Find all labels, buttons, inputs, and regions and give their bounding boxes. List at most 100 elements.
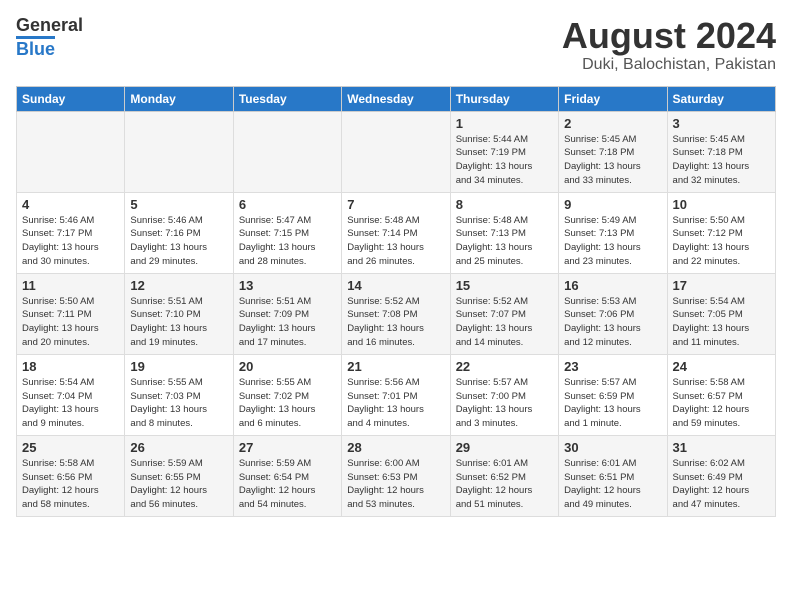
calendar-cell: 30Sunrise: 6:01 AM Sunset: 6:51 PM Dayli… <box>559 435 667 516</box>
calendar-cell <box>342 111 450 192</box>
day-info: Sunrise: 5:44 AM Sunset: 7:19 PM Dayligh… <box>456 133 553 188</box>
day-number: 17 <box>673 278 770 293</box>
week-row-3: 11 Sunrise: 5:50 AM Sunset: 7:11 PM Dayli… <box>17 273 776 354</box>
calendar-cell: 20 Sunrise: 5:55 AM Sunset: 7:02 PM Dayli… <box>233 354 341 435</box>
calendar-cell: 26Sunrise: 5:59 AM Sunset: 6:55 PM Dayli… <box>125 435 233 516</box>
day-number: 10 <box>673 197 770 212</box>
calendar-cell: 3 Sunrise: 5:45 AM Sunset: 7:18 PM Daylig… <box>667 111 775 192</box>
logo-general: General <box>16 16 83 36</box>
header-tuesday: Tuesday <box>233 86 341 111</box>
header-monday: Monday <box>125 86 233 111</box>
calendar-table: SundayMondayTuesdayWednesdayThursdayFrid… <box>16 86 776 517</box>
day-number: 14 <box>347 278 444 293</box>
day-number: 13 <box>239 278 336 293</box>
week-row-2: 4 Sunrise: 5:46 AM Sunset: 7:17 PM Daylig… <box>17 192 776 273</box>
day-number: 5 <box>130 197 227 212</box>
day-info: Sunrise: 5:52 AM Sunset: 7:08 PM Dayligh… <box>347 295 444 350</box>
day-info: Sunrise: 5:50 AM Sunset: 7:12 PM Dayligh… <box>673 214 770 269</box>
day-number: 24 <box>673 359 770 374</box>
calendar-cell: 17 Sunrise: 5:54 AM Sunset: 7:05 PM Dayli… <box>667 273 775 354</box>
day-info: Sunrise: 5:55 AM Sunset: 7:02 PM Dayligh… <box>239 376 336 431</box>
day-number: 15 <box>456 278 553 293</box>
header-thursday: Thursday <box>450 86 558 111</box>
day-info: Sunrise: 5:48 AM Sunset: 7:14 PM Dayligh… <box>347 214 444 269</box>
day-info: Sunrise: 5:58 AM Sunset: 6:56 PM Dayligh… <box>22 457 119 512</box>
calendar-cell: 21 Sunrise: 5:56 AM Sunset: 7:01 PM Dayli… <box>342 354 450 435</box>
day-number: 20 <box>239 359 336 374</box>
header: General Blue August 2024 Duki, Balochist… <box>16 16 776 74</box>
calendar-cell: 29 Sunrise: 6:01 AM Sunset: 6:52 PM Dayli… <box>450 435 558 516</box>
day-info: Sunrise: 6:01 AM Sunset: 6:52 PM Dayligh… <box>456 457 553 512</box>
day-number: 27 <box>239 440 336 455</box>
day-info: Sunrise: 5:45 AM Sunset: 7:18 PM Dayligh… <box>673 133 770 188</box>
day-number: 29 <box>456 440 553 455</box>
day-number: 18 <box>22 359 119 374</box>
day-info: Sunrise: 5:58 AM Sunset: 6:57 PM Dayligh… <box>673 376 770 431</box>
day-number: 19 <box>130 359 227 374</box>
calendar-cell: 22 Sunrise: 5:57 AM Sunset: 7:00 PM Dayli… <box>450 354 558 435</box>
day-number: 28 <box>347 440 444 455</box>
day-number: 22 <box>456 359 553 374</box>
header-wednesday: Wednesday <box>342 86 450 111</box>
day-info: Sunrise: 5:45 AM Sunset: 7:18 PM Dayligh… <box>564 133 661 188</box>
day-info: Sunrise: 5:51 AM Sunset: 7:09 PM Dayligh… <box>239 295 336 350</box>
day-info: Sunrise: 5:52 AM Sunset: 7:07 PM Dayligh… <box>456 295 553 350</box>
calendar-cell: 16Sunrise: 5:53 AM Sunset: 7:06 PM Dayli… <box>559 273 667 354</box>
logo-blue: Blue <box>16 36 55 60</box>
day-number: 16 <box>564 278 661 293</box>
subtitle: Duki, Balochistan, Pakistan <box>562 56 776 74</box>
calendar-cell: 18 Sunrise: 5:54 AM Sunset: 7:04 PM Dayli… <box>17 354 125 435</box>
month-title: August 2024 <box>562 16 776 56</box>
calendar-cell: 9 Sunrise: 5:49 AM Sunset: 7:13 PM Daylig… <box>559 192 667 273</box>
day-number: 11 <box>22 278 119 293</box>
day-number: 8 <box>456 197 553 212</box>
calendar-cell: 12 Sunrise: 5:51 AM Sunset: 7:10 PM Dayli… <box>125 273 233 354</box>
day-number: 4 <box>22 197 119 212</box>
header-friday: Friday <box>559 86 667 111</box>
day-info: Sunrise: 5:54 AM Sunset: 7:04 PM Dayligh… <box>22 376 119 431</box>
day-info: Sunrise: 6:02 AM Sunset: 6:49 PM Dayligh… <box>673 457 770 512</box>
calendar-cell: 11 Sunrise: 5:50 AM Sunset: 7:11 PM Dayli… <box>17 273 125 354</box>
calendar-cell: 14 Sunrise: 5:52 AM Sunset: 7:08 PM Dayli… <box>342 273 450 354</box>
calendar-cell <box>233 111 341 192</box>
day-info: Sunrise: 5:56 AM Sunset: 7:01 PM Dayligh… <box>347 376 444 431</box>
day-info: Sunrise: 5:57 AM Sunset: 6:59 PM Dayligh… <box>564 376 661 431</box>
day-number: 6 <box>239 197 336 212</box>
calendar-cell: 19 Sunrise: 5:55 AM Sunset: 7:03 PM Dayli… <box>125 354 233 435</box>
day-number: 31 <box>673 440 770 455</box>
day-info: Sunrise: 5:59 AM Sunset: 6:54 PM Dayligh… <box>239 457 336 512</box>
day-info: Sunrise: 5:47 AM Sunset: 7:15 PM Dayligh… <box>239 214 336 269</box>
day-number: 1 <box>456 116 553 131</box>
day-number: 7 <box>347 197 444 212</box>
day-number: 3 <box>673 116 770 131</box>
calendar-cell: 25Sunrise: 5:58 AM Sunset: 6:56 PM Dayli… <box>17 435 125 516</box>
calendar-cell <box>125 111 233 192</box>
calendar-cell: 10 Sunrise: 5:50 AM Sunset: 7:12 PM Dayli… <box>667 192 775 273</box>
day-info: Sunrise: 5:49 AM Sunset: 7:13 PM Dayligh… <box>564 214 661 269</box>
day-number: 12 <box>130 278 227 293</box>
calendar-cell: 15 Sunrise: 5:52 AM Sunset: 7:07 PM Dayli… <box>450 273 558 354</box>
logo: General Blue <box>16 16 83 60</box>
header-sunday: Sunday <box>17 86 125 111</box>
week-row-4: 18 Sunrise: 5:54 AM Sunset: 7:04 PM Dayli… <box>17 354 776 435</box>
title-area: August 2024 Duki, Balochistan, Pakistan <box>562 16 776 74</box>
day-number: 2 <box>564 116 661 131</box>
header-saturday: Saturday <box>667 86 775 111</box>
day-info: Sunrise: 5:50 AM Sunset: 7:11 PM Dayligh… <box>22 295 119 350</box>
day-number: 21 <box>347 359 444 374</box>
day-info: Sunrise: 5:51 AM Sunset: 7:10 PM Dayligh… <box>130 295 227 350</box>
day-number: 23 <box>564 359 661 374</box>
day-info: Sunrise: 5:55 AM Sunset: 7:03 PM Dayligh… <box>130 376 227 431</box>
day-number: 9 <box>564 197 661 212</box>
calendar-cell: 4 Sunrise: 5:46 AM Sunset: 7:17 PM Daylig… <box>17 192 125 273</box>
calendar-cell: 7 Sunrise: 5:48 AM Sunset: 7:14 PM Daylig… <box>342 192 450 273</box>
week-row-1: 1 Sunrise: 5:44 AM Sunset: 7:19 PM Daylig… <box>17 111 776 192</box>
day-number: 26 <box>130 440 227 455</box>
day-number: 30 <box>564 440 661 455</box>
day-info: Sunrise: 5:46 AM Sunset: 7:17 PM Dayligh… <box>22 214 119 269</box>
day-info: Sunrise: 5:57 AM Sunset: 7:00 PM Dayligh… <box>456 376 553 431</box>
calendar-cell <box>17 111 125 192</box>
calendar-cell: 1 Sunrise: 5:44 AM Sunset: 7:19 PM Daylig… <box>450 111 558 192</box>
calendar-cell: 5Sunrise: 5:46 AM Sunset: 7:16 PM Daylig… <box>125 192 233 273</box>
day-info: Sunrise: 5:54 AM Sunset: 7:05 PM Dayligh… <box>673 295 770 350</box>
